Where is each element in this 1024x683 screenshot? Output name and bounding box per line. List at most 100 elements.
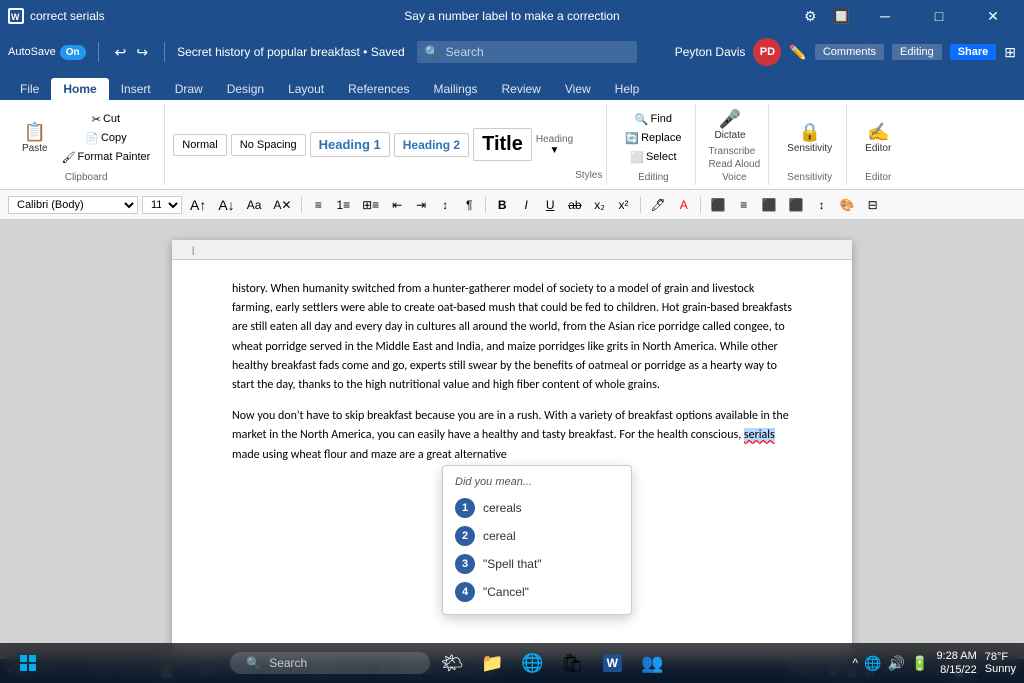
style-normal[interactable]: Normal bbox=[173, 134, 226, 156]
tab-home[interactable]: Home bbox=[51, 78, 108, 100]
taskbar-app-store[interactable]: 🛍 bbox=[554, 645, 590, 681]
tab-references[interactable]: References bbox=[336, 78, 421, 100]
system-tray: ^ 🌐 🔊 🔋 bbox=[852, 655, 928, 672]
main-area: | history. When humanity switched from a… bbox=[0, 220, 1024, 659]
editor-button[interactable]: ✍️ Editor bbox=[859, 121, 897, 156]
strikethrough-button[interactable]: ab bbox=[564, 197, 585, 213]
taskbar-app-widgets[interactable]: 🌤 bbox=[434, 645, 470, 681]
align-center-button[interactable]: ≡ bbox=[734, 197, 754, 213]
popup-item-2[interactable]: 2 cereal bbox=[443, 522, 631, 550]
numbered-list-button[interactable]: 1≡ bbox=[332, 197, 354, 213]
text-highlight-button[interactable]: 🖊 bbox=[647, 197, 670, 213]
editor-label: Editor bbox=[859, 172, 897, 183]
styles-dropdown[interactable]: Heading ▼ bbox=[536, 134, 573, 156]
font-select[interactable]: Calibri (Body) bbox=[8, 196, 138, 214]
shading-button[interactable]: 🎨 bbox=[836, 197, 859, 213]
line-spacing-button[interactable]: ↕ bbox=[812, 197, 832, 213]
superscript-button[interactable]: x² bbox=[614, 197, 634, 213]
taskbar-app-word[interactable]: W bbox=[594, 645, 630, 681]
network-icon[interactable]: 🌐 bbox=[864, 655, 881, 672]
share-button[interactable]: Share bbox=[950, 44, 997, 60]
popup-number-2: 2 bbox=[455, 526, 475, 546]
battery-icon[interactable]: 🔋 bbox=[911, 655, 928, 672]
find-button[interactable]: 🔍 Find bbox=[619, 111, 687, 128]
maximize-button[interactable]: □ bbox=[916, 0, 962, 32]
popup-item-4[interactable]: 4 "Cancel" bbox=[443, 578, 631, 606]
style-no-spacing[interactable]: No Spacing bbox=[231, 134, 306, 156]
decrease-indent-button[interactable]: ⇤ bbox=[387, 197, 407, 213]
user-avatar: PD bbox=[753, 38, 781, 66]
tab-insert[interactable]: Insert bbox=[109, 78, 163, 100]
justify-button[interactable]: ⬛ bbox=[785, 197, 808, 213]
autosave-toggle[interactable]: On bbox=[60, 45, 86, 60]
subscript-button[interactable]: x₂ bbox=[590, 197, 610, 213]
expand-icon[interactable]: ⊞ bbox=[1004, 44, 1016, 61]
popup-item-3[interactable]: 3 "Spell that" bbox=[443, 550, 631, 578]
increase-font-icon[interactable]: A↑ bbox=[186, 196, 210, 214]
close-button[interactable]: ✕ bbox=[970, 0, 1016, 32]
copy-button[interactable]: 📄 Copy bbox=[56, 130, 157, 147]
tab-view[interactable]: View bbox=[553, 78, 603, 100]
taskbar-app-edge[interactable]: 🌐 bbox=[514, 645, 550, 681]
taskbar-app-explorer[interactable]: 📁 bbox=[474, 645, 510, 681]
undo-button[interactable]: ↩ bbox=[111, 42, 131, 63]
redo-button[interactable]: ↪ bbox=[132, 42, 152, 63]
taskbar-search[interactable]: 🔍 Search bbox=[230, 652, 430, 674]
volume-icon[interactable]: 🔊 bbox=[888, 655, 905, 672]
minimize-button[interactable]: ─ bbox=[862, 0, 908, 32]
title-bar-left: W correct serials bbox=[8, 8, 256, 24]
select-button[interactable]: ⬜ Select bbox=[619, 149, 687, 166]
bullets-button[interactable]: ≡ bbox=[308, 197, 328, 213]
change-case-icon[interactable]: Aa bbox=[243, 197, 266, 213]
tab-mailings[interactable]: Mailings bbox=[421, 78, 489, 100]
style-heading1[interactable]: Heading 1 bbox=[310, 132, 390, 157]
cut-button[interactable]: ✂ Cut bbox=[56, 111, 157, 128]
replace-button[interactable]: 🔄 Replace bbox=[619, 130, 687, 147]
settings-icon[interactable]: ⚙ bbox=[800, 4, 821, 29]
increase-indent-button[interactable]: ⇥ bbox=[411, 197, 431, 213]
tab-help[interactable]: Help bbox=[603, 78, 652, 100]
transcribe-button[interactable]: Transcribe bbox=[708, 146, 755, 157]
restore-icon[interactable]: 🔲 bbox=[829, 4, 854, 29]
sensitivity-button[interactable]: 🔒 Sensitivity bbox=[781, 121, 838, 156]
sort-button[interactable]: ↕ bbox=[435, 197, 455, 213]
comments-button[interactable]: Comments bbox=[815, 44, 884, 60]
align-left-button[interactable]: ⬛ bbox=[707, 197, 730, 213]
tab-review[interactable]: Review bbox=[490, 78, 553, 100]
align-right-button[interactable]: ⬛ bbox=[758, 197, 781, 213]
style-heading2[interactable]: Heading 2 bbox=[394, 133, 469, 157]
search-box[interactable]: 🔍 Search bbox=[417, 41, 637, 63]
read-aloud-button[interactable]: Read Aloud bbox=[708, 159, 760, 170]
editing-button[interactable]: Editing bbox=[892, 44, 942, 60]
borders-button[interactable]: ⊟ bbox=[863, 197, 883, 213]
bold-button[interactable]: B bbox=[492, 197, 512, 213]
popup-item-1[interactable]: 1 cereals bbox=[443, 494, 631, 522]
underline-button[interactable]: U bbox=[540, 197, 560, 213]
tab-layout[interactable]: Layout bbox=[276, 78, 336, 100]
tab-design[interactable]: Design bbox=[215, 78, 276, 100]
edge-icon: 🌐 bbox=[521, 653, 543, 674]
italic-button[interactable]: I bbox=[516, 197, 536, 213]
dictate-button[interactable]: 🎤 Dictate bbox=[708, 108, 751, 143]
clear-format-icon[interactable]: A✕ bbox=[269, 197, 295, 213]
ruler: | bbox=[172, 240, 852, 260]
decrease-font-icon[interactable]: A↓ bbox=[214, 196, 238, 214]
doc-title: Secret history of popular breakfast • Sa… bbox=[177, 45, 405, 59]
tab-file[interactable]: File bbox=[8, 78, 51, 100]
font-color-button[interactable]: A bbox=[674, 197, 694, 213]
time-area[interactable]: 9:28 AM 8/15/22 bbox=[936, 649, 976, 678]
paste-label: Paste bbox=[22, 143, 48, 154]
taskbar-app-teams[interactable]: 👥 bbox=[634, 645, 670, 681]
paste-button[interactable]: 📋 Paste bbox=[16, 121, 54, 156]
tab-draw[interactable]: Draw bbox=[163, 78, 215, 100]
sensitivity-icon: 🔒 bbox=[798, 123, 820, 141]
format-painter-button[interactable]: 🖌 Format Painter bbox=[56, 149, 157, 166]
style-title[interactable]: Title bbox=[473, 128, 532, 161]
multilevel-list-button[interactable]: ⊞≡ bbox=[358, 197, 383, 213]
windows-button[interactable] bbox=[8, 643, 48, 683]
chevron-up-icon[interactable]: ^ bbox=[852, 656, 858, 670]
font-size-select[interactable]: 11 bbox=[142, 196, 182, 214]
time-display: 9:28 AM bbox=[936, 649, 976, 663]
popup-text-1: cereals bbox=[483, 501, 522, 515]
show-formatting-button[interactable]: ¶ bbox=[459, 197, 479, 213]
